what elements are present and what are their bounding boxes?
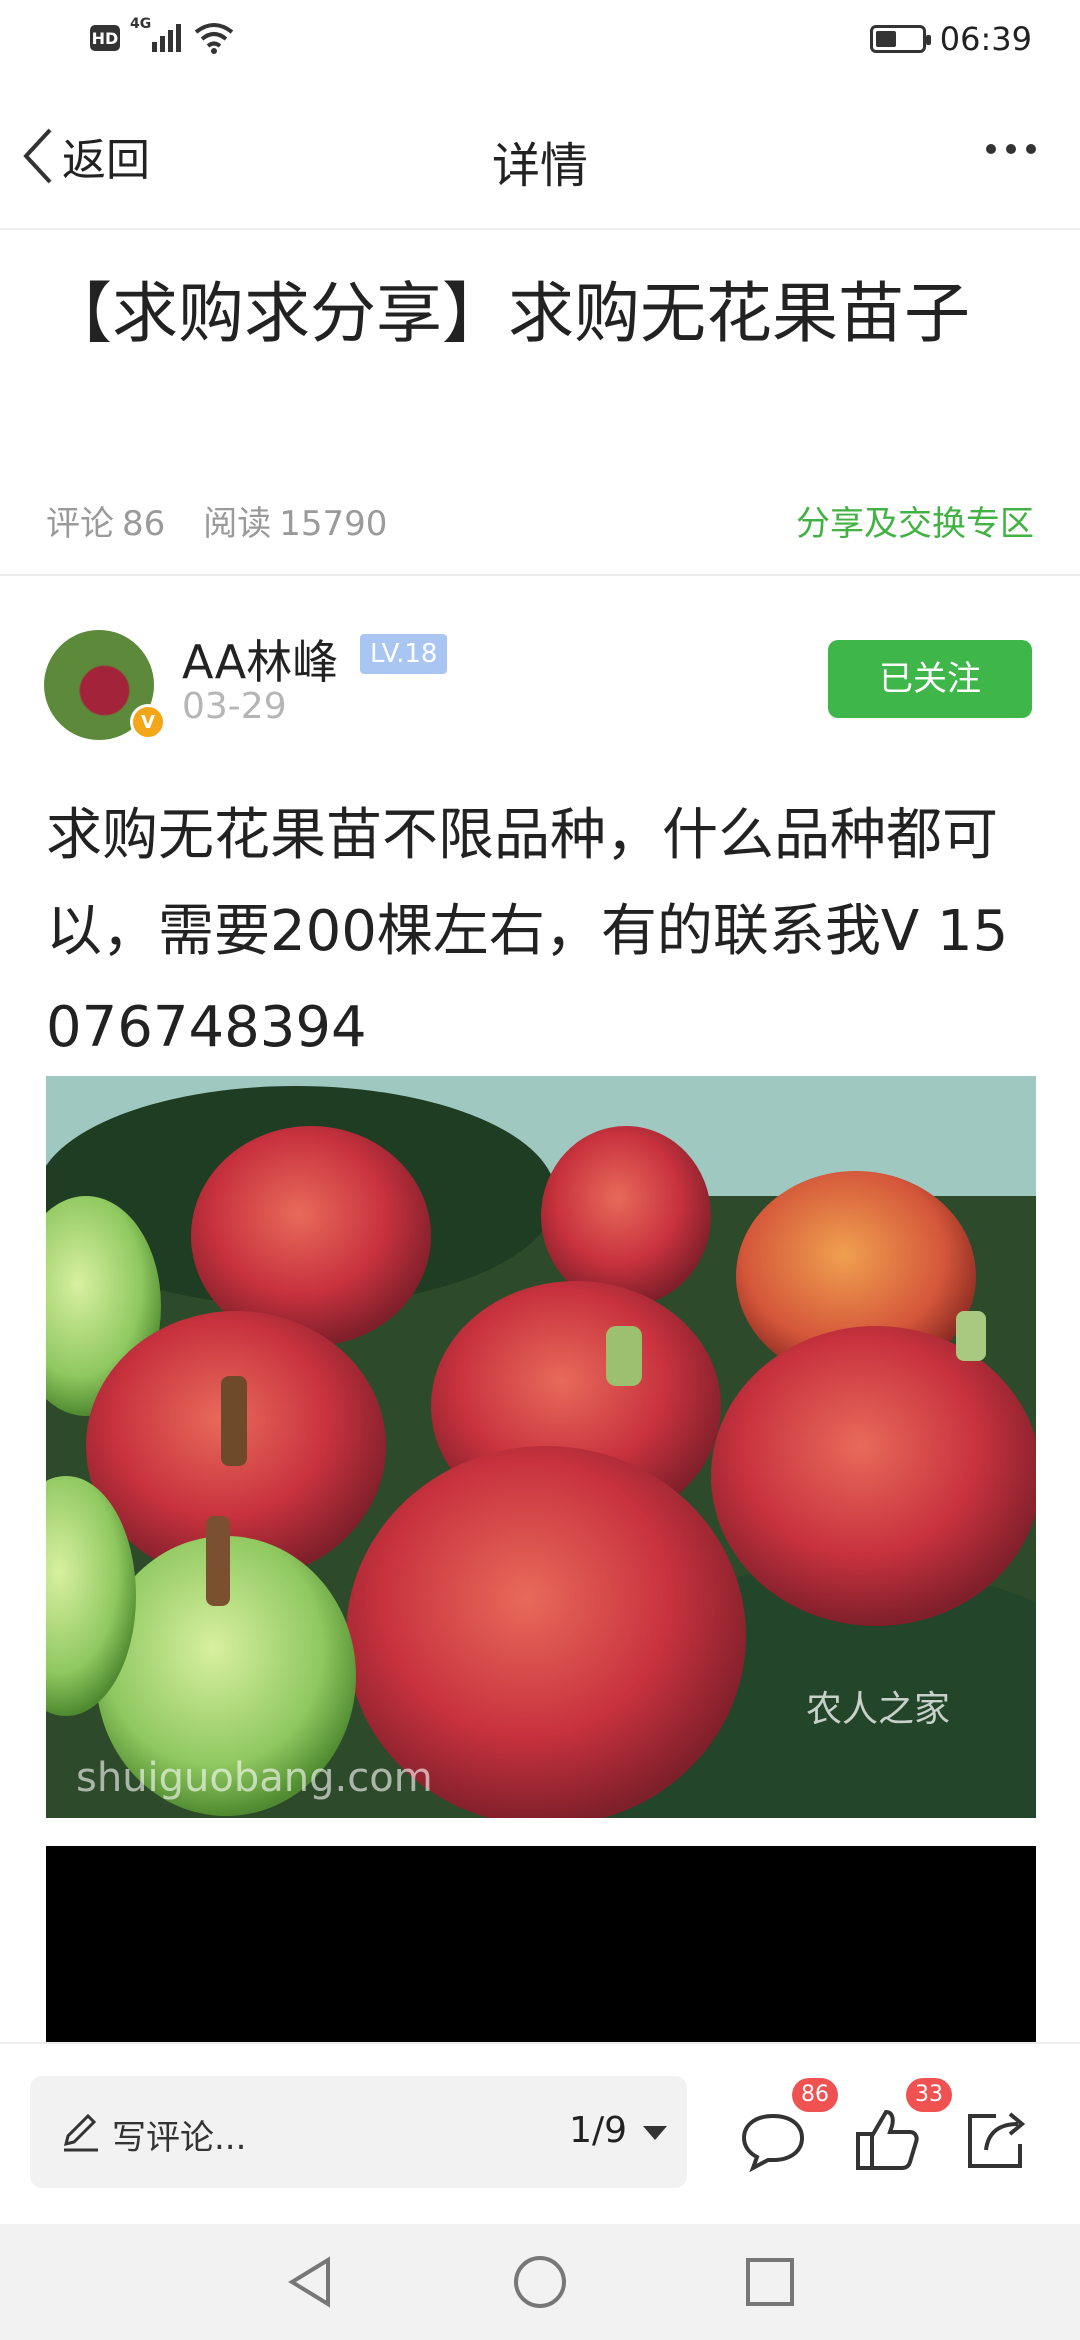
like-count-badge: 33 [906, 2078, 952, 2112]
battery-fill [875, 31, 896, 47]
like-button[interactable]: 33 [852, 2078, 952, 2174]
read-count-meta: 阅读 15790 [203, 496, 387, 545]
like-icon [856, 2109, 919, 2170]
hd-badge: HD [90, 25, 120, 51]
image-watermark-right: 农人之家 [806, 1689, 950, 1730]
more-dot [986, 144, 996, 154]
article-meta: 评论 86 阅读 15790 [46, 496, 387, 545]
post-body: 求购无花果苗不限品种，什么品种都可以，需要200棵左右，有的联系我V 15076… [46, 803, 1009, 1060]
share-button[interactable] [962, 2104, 1032, 2174]
status-left: HD 4G [90, 16, 234, 54]
status-right: 06:39 [869, 20, 1032, 58]
more-dot [1026, 144, 1036, 154]
system-nav-bar [0, 2224, 1080, 2340]
battery-icon [869, 25, 931, 53]
header-divider [0, 574, 1080, 576]
clock: 06:39 [939, 20, 1032, 58]
zone-link[interactable]: 分享及交换专区 [796, 496, 1034, 545]
level-badge: LV.18 [360, 634, 448, 674]
verified-badge: V [130, 704, 166, 740]
wifi-icon [194, 23, 234, 54]
follow-button[interactable]: 已关注 [828, 640, 1032, 718]
top-navbar: 返回 详情 [0, 84, 1080, 230]
share-icon [968, 2112, 1026, 2168]
sys-back-icon[interactable] [280, 2252, 340, 2312]
post-image[interactable]: shuiguobang.com 农人之家 [46, 1076, 1036, 1818]
comment-count-meta: 评论 86 [46, 496, 165, 545]
read-meta-value: 15790 [279, 504, 388, 544]
signal-icon: 4G [130, 16, 184, 54]
comment-icon [741, 2113, 805, 2173]
more-icon[interactable] [986, 144, 1036, 154]
comment-input[interactable]: 写评论... 1/9 [30, 2076, 687, 2188]
comment-placeholder: 写评论... [112, 2118, 247, 2158]
more-dot [1006, 144, 1016, 154]
article-title: 【求购求分享】求购无花果苗子 [46, 275, 970, 352]
video-placeholder[interactable] [46, 1846, 1036, 2042]
post-date: 03-29 [182, 686, 287, 727]
dropdown-caret-icon[interactable] [643, 2126, 667, 2140]
sys-home-icon[interactable] [510, 2252, 570, 2312]
status-bar: HD 4G 06:39 [0, 0, 1080, 84]
read-meta-label: 阅读 [203, 504, 272, 544]
image-watermark-left: shuiguobang.com [76, 1755, 433, 1801]
comment-count-badge: 86 [792, 2078, 838, 2112]
author-name[interactable]: AA林峰 [182, 626, 338, 692]
fig-photo: shuiguobang.com 农人之家 [46, 1076, 1036, 1818]
pencil-icon [63, 2113, 98, 2152]
comment-meta-value: 86 [122, 504, 166, 544]
comment-button[interactable]: 86 [738, 2078, 838, 2174]
bottom-bar: 写评论... 1/9 86 33 [0, 2042, 1080, 2224]
sys-recents-icon[interactable] [740, 2252, 800, 2312]
page-indicator[interactable]: 1/9 [569, 2110, 627, 2151]
comment-meta-label: 评论 [46, 504, 114, 544]
page-title: 详情 [491, 138, 588, 194]
